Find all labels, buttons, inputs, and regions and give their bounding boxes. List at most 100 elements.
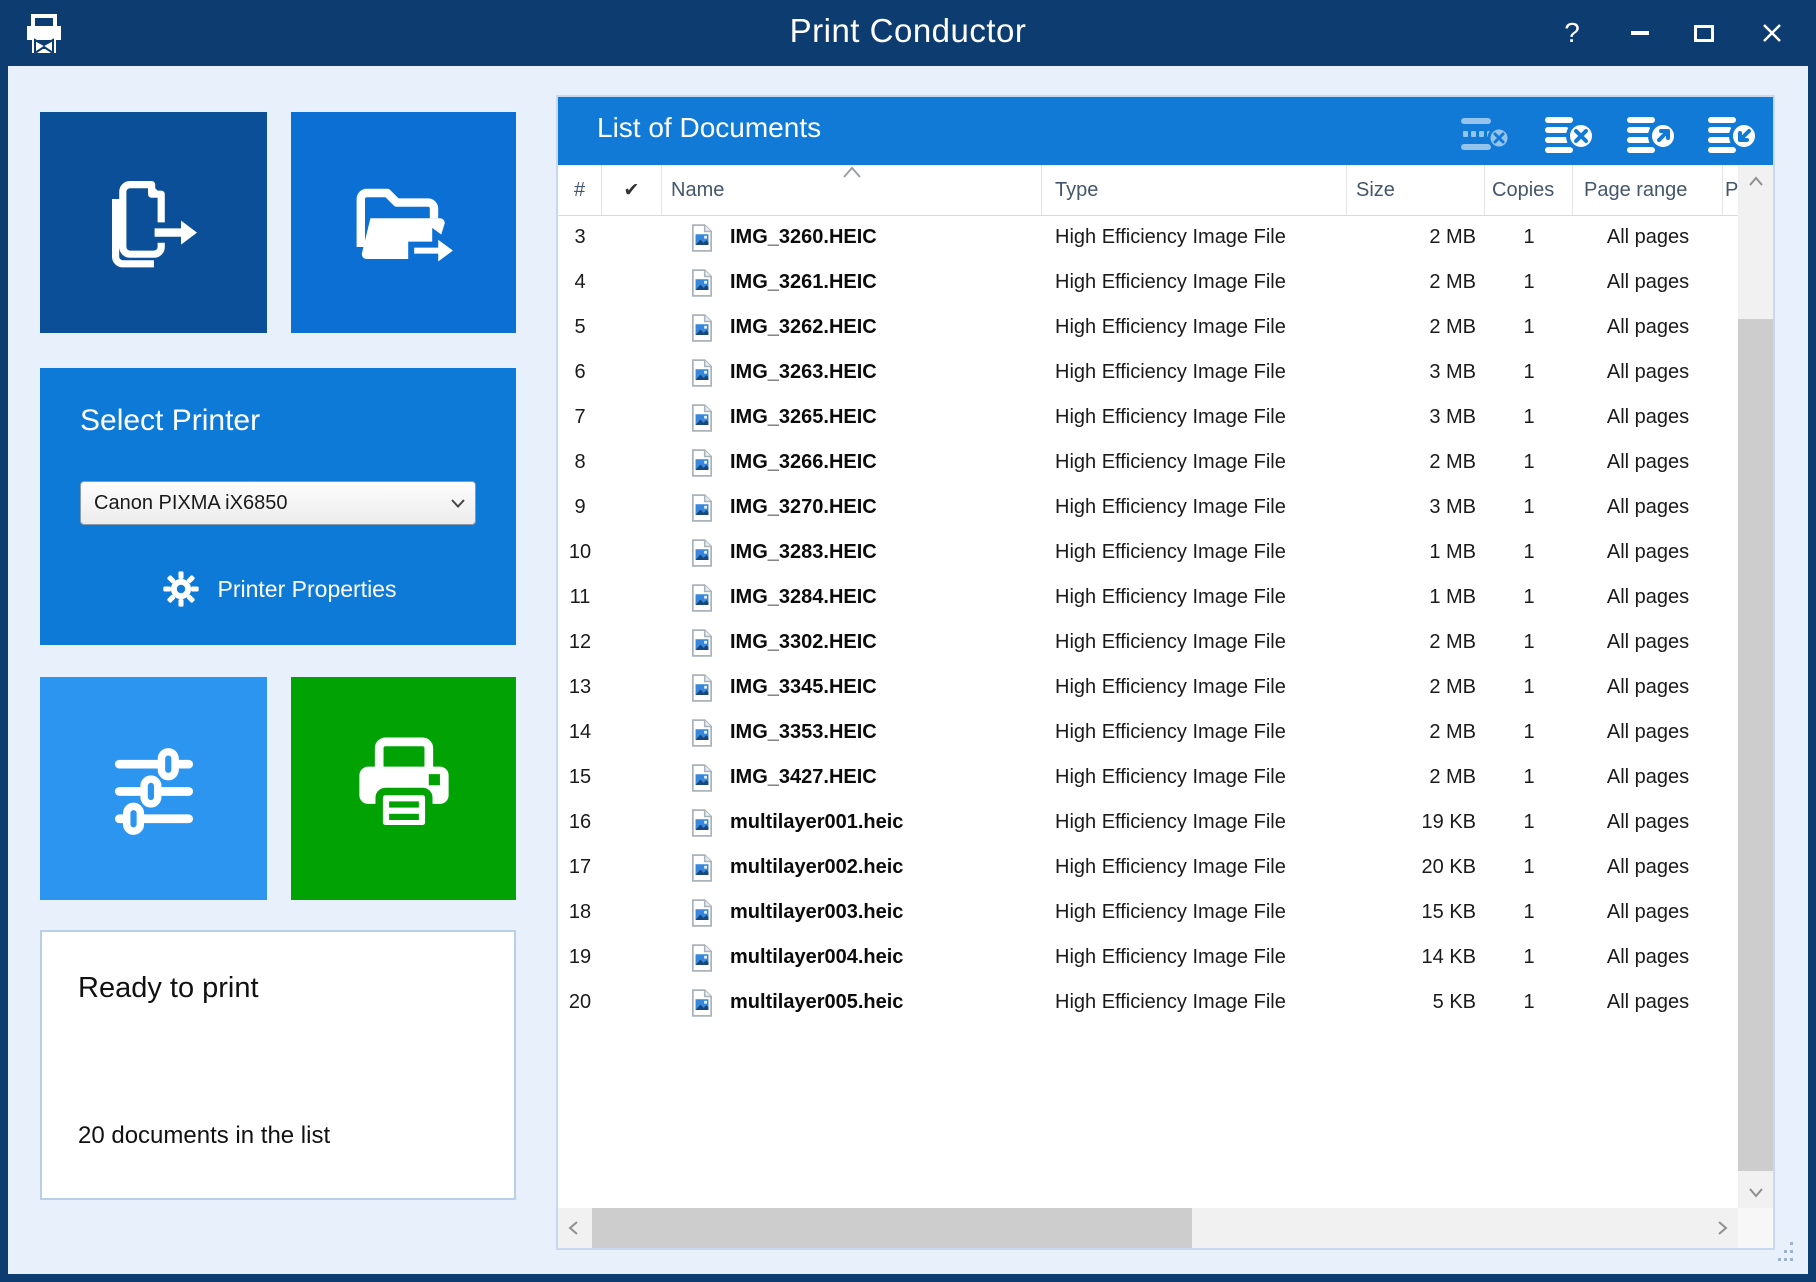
row-page-range[interactable]: All pages: [1573, 800, 1723, 845]
row-file-name[interactable]: IMG_3427.HEIC: [662, 755, 1042, 800]
row-copies[interactable]: 1: [1485, 755, 1573, 800]
row-file-name[interactable]: IMG_3270.HEIC: [662, 485, 1042, 530]
print-all-button[interactable]: [291, 677, 516, 900]
row-copies[interactable]: 1: [1485, 890, 1573, 935]
row-check-cell[interactable]: [602, 350, 662, 395]
row-copies[interactable]: 1: [1485, 620, 1573, 665]
row-check-cell[interactable]: [602, 980, 662, 1025]
row-check-cell[interactable]: [602, 800, 662, 845]
row-check-cell[interactable]: [602, 935, 662, 980]
row-copies[interactable]: 1: [1485, 395, 1573, 440]
load-list-button[interactable]: [1706, 114, 1760, 154]
row-check-cell[interactable]: [602, 260, 662, 305]
row-page-range[interactable]: All pages: [1573, 620, 1723, 665]
row-file-name[interactable]: IMG_3353.HEIC: [662, 710, 1042, 755]
column-header-type[interactable]: Type: [1042, 165, 1347, 215]
row-check-cell[interactable]: [602, 575, 662, 620]
table-row[interactable]: 18multilayer003.heicHigh Efficiency Imag…: [558, 890, 1738, 935]
row-page-range[interactable]: All pages: [1573, 575, 1723, 620]
row-check-cell[interactable]: [602, 890, 662, 935]
scroll-down-arrow-icon[interactable]: [1738, 1178, 1773, 1208]
remove-selected-button[interactable]: [1459, 114, 1513, 154]
row-check-cell[interactable]: [602, 215, 662, 260]
scroll-up-arrow-icon[interactable]: [1738, 165, 1773, 197]
table-row[interactable]: 20multilayer005.heicHigh Efficiency Imag…: [558, 980, 1738, 1025]
table-row[interactable]: 19multilayer004.heicHigh Efficiency Imag…: [558, 935, 1738, 980]
row-copies[interactable]: 1: [1485, 440, 1573, 485]
row-page-range[interactable]: All pages: [1573, 710, 1723, 755]
row-file-name[interactable]: IMG_3261.HEIC: [662, 260, 1042, 305]
row-file-name[interactable]: IMG_3262.HEIC: [662, 305, 1042, 350]
table-row[interactable]: 11IMG_3284.HEICHigh Efficiency Image Fil…: [558, 575, 1738, 620]
row-page-range[interactable]: All pages: [1573, 440, 1723, 485]
row-file-name[interactable]: multilayer003.heic: [662, 890, 1042, 935]
vertical-scrollbar[interactable]: [1738, 165, 1773, 1208]
row-page-range[interactable]: All pages: [1573, 755, 1723, 800]
column-header-copies[interactable]: Copies: [1485, 165, 1573, 215]
row-page-range[interactable]: All pages: [1573, 485, 1723, 530]
table-row[interactable]: 4IMG_3261.HEICHigh Efficiency Image File…: [558, 260, 1738, 305]
table-row[interactable]: 14IMG_3353.HEICHigh Efficiency Image Fil…: [558, 710, 1738, 755]
row-file-name[interactable]: IMG_3284.HEIC: [662, 575, 1042, 620]
row-file-name[interactable]: IMG_3345.HEIC: [662, 665, 1042, 710]
row-copies[interactable]: 1: [1485, 350, 1573, 395]
scroll-right-arrow-icon[interactable]: [1708, 1208, 1738, 1248]
table-row[interactable]: 3IMG_3260.HEICHigh Efficiency Image File…: [558, 215, 1738, 260]
column-header-size[interactable]: Size: [1347, 165, 1485, 215]
row-file-name[interactable]: IMG_3265.HEIC: [662, 395, 1042, 440]
row-file-name[interactable]: IMG_3283.HEIC: [662, 530, 1042, 575]
row-check-cell[interactable]: [602, 710, 662, 755]
row-page-range[interactable]: All pages: [1573, 845, 1723, 890]
table-row[interactable]: 16multilayer001.heicHigh Efficiency Imag…: [558, 800, 1738, 845]
row-copies[interactable]: 1: [1485, 485, 1573, 530]
row-page-range[interactable]: All pages: [1573, 350, 1723, 395]
row-file-name[interactable]: IMG_3263.HEIC: [662, 350, 1042, 395]
row-check-cell[interactable]: [602, 530, 662, 575]
row-copies[interactable]: 1: [1485, 935, 1573, 980]
row-file-name[interactable]: multilayer002.heic: [662, 845, 1042, 890]
row-copies[interactable]: 1: [1485, 530, 1573, 575]
row-page-range[interactable]: All pages: [1573, 530, 1723, 575]
row-file-name[interactable]: multilayer001.heic: [662, 800, 1042, 845]
row-page-range[interactable]: All pages: [1573, 395, 1723, 440]
printer-select[interactable]: Canon PIXMA iX6850: [80, 481, 476, 525]
row-check-cell[interactable]: [602, 485, 662, 530]
row-page-range[interactable]: All pages: [1573, 260, 1723, 305]
vertical-scrollbar-thumb[interactable]: [1738, 319, 1773, 1171]
table-row[interactable]: 5IMG_3262.HEICHigh Efficiency Image File…: [558, 305, 1738, 350]
table-row[interactable]: 15IMG_3427.HEICHigh Efficiency Image Fil…: [558, 755, 1738, 800]
row-check-cell[interactable]: [602, 305, 662, 350]
row-copies[interactable]: 1: [1485, 575, 1573, 620]
add-documents-button[interactable]: [40, 112, 267, 333]
table-row[interactable]: 6IMG_3263.HEICHigh Efficiency Image File…: [558, 350, 1738, 395]
horizontal-scrollbar-thumb[interactable]: [592, 1208, 1192, 1248]
row-page-range[interactable]: All pages: [1573, 935, 1723, 980]
row-file-name[interactable]: IMG_3260.HEIC: [662, 215, 1042, 260]
row-check-cell[interactable]: [602, 665, 662, 710]
table-row[interactable]: 13IMG_3345.HEICHigh Efficiency Image Fil…: [558, 665, 1738, 710]
row-page-range[interactable]: All pages: [1573, 305, 1723, 350]
scroll-left-arrow-icon[interactable]: [558, 1208, 588, 1248]
column-header-number[interactable]: #: [558, 165, 602, 215]
table-row[interactable]: 17multilayer002.heicHigh Efficiency Imag…: [558, 845, 1738, 890]
save-list-button[interactable]: [1625, 114, 1679, 154]
row-copies[interactable]: 1: [1485, 305, 1573, 350]
row-copies[interactable]: 1: [1485, 710, 1573, 755]
row-page-range[interactable]: All pages: [1573, 980, 1723, 1025]
row-file-name[interactable]: multilayer005.heic: [662, 980, 1042, 1025]
row-copies[interactable]: 1: [1485, 215, 1573, 260]
settings-button[interactable]: [40, 677, 267, 900]
row-copies[interactable]: 1: [1485, 845, 1573, 890]
add-folder-button[interactable]: [291, 112, 516, 333]
row-page-range[interactable]: All pages: [1573, 890, 1723, 935]
row-check-cell[interactable]: [602, 620, 662, 665]
table-row[interactable]: 9IMG_3270.HEICHigh Efficiency Image File…: [558, 485, 1738, 530]
row-file-name[interactable]: IMG_3302.HEIC: [662, 620, 1042, 665]
row-check-cell[interactable]: [602, 440, 662, 485]
column-header-page-range[interactable]: Page range: [1573, 165, 1723, 215]
row-page-range[interactable]: All pages: [1573, 665, 1723, 710]
row-check-cell[interactable]: [602, 395, 662, 440]
row-copies[interactable]: 1: [1485, 665, 1573, 710]
row-copies[interactable]: 1: [1485, 800, 1573, 845]
row-check-cell[interactable]: [602, 755, 662, 800]
